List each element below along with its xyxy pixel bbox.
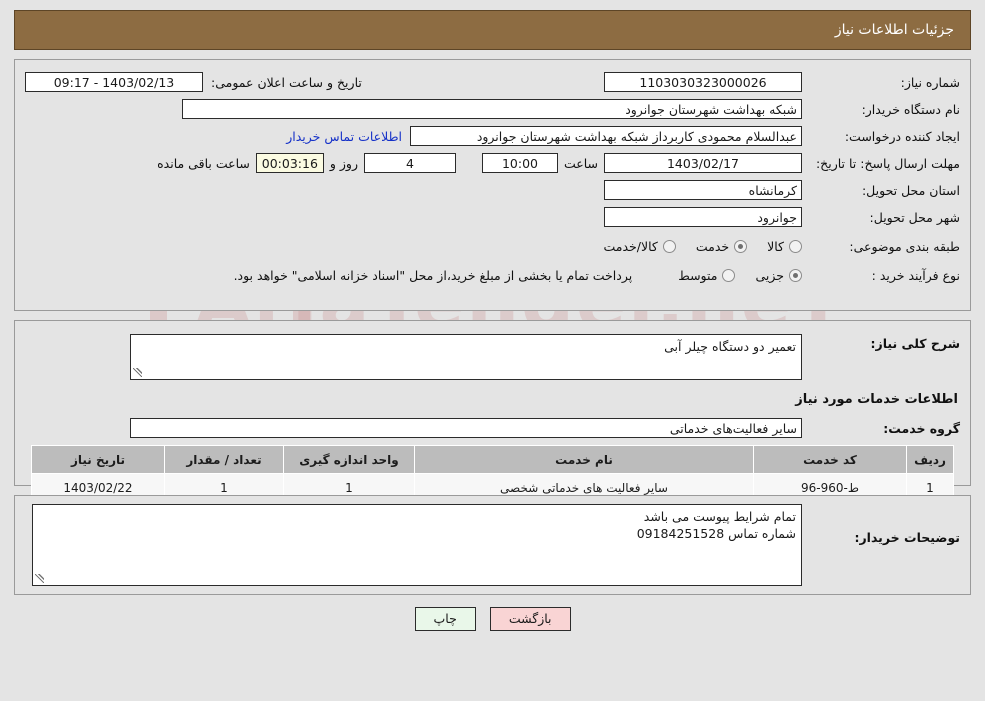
col-date: تاریخ نیاز xyxy=(31,445,165,474)
col-unit: واحد اندازه گیری xyxy=(283,445,415,474)
row-buyer-notes: توضیحات خریدار: تمام شرایط پیوست می باشد… xyxy=(25,504,960,586)
category-label: طبقه بندی موضوعی: xyxy=(849,238,960,254)
city-value: جوانرود xyxy=(604,207,802,227)
services-table-wrapper: ردیف کد خدمت نام خدمت واحد اندازه گیری ت… xyxy=(25,445,960,502)
purchase-type-label: نوع فرآیند خرید : xyxy=(871,267,960,283)
services-table-head: ردیف کد خدمت نام خدمت واحد اندازه گیری ت… xyxy=(31,445,954,474)
countdown-label: ساعت باقی مانده xyxy=(157,155,250,171)
radio-jozei-icon[interactable] xyxy=(789,268,802,282)
category-option-khedmat[interactable]: خدمت xyxy=(695,238,748,254)
page-title: جزئیات اطلاعات نیاز xyxy=(834,22,954,38)
remaining-days-value: 4 xyxy=(363,153,456,173)
buyer-notes-line1: تمام شرایط پیوست می باشد xyxy=(643,509,796,524)
countdown-timer: 00:03:16 xyxy=(255,153,324,173)
request-creator-value: عبدالسلام محمودی کاربرداز شبکه بهداشت شه… xyxy=(410,126,802,146)
radio-kala-icon[interactable] xyxy=(789,239,802,253)
general-desc-label: شرح کلی نیاز: xyxy=(870,336,960,351)
page-header: جزئیات اطلاعات نیاز xyxy=(14,10,971,50)
category-option-kala-khedmat-label: کالا/خدمت xyxy=(603,238,658,254)
category-option-khedmat-label: خدمت xyxy=(695,238,730,254)
radio-khedmat-icon[interactable] xyxy=(734,239,748,253)
buyer-org-value: شبکه بهداشت شهرستان جوانرود xyxy=(182,99,802,119)
row-need-number: شماره نیاز: 1103030323000026 تاریخ و ساع… xyxy=(25,71,960,93)
province-label: استان محل تحویل: xyxy=(861,182,960,198)
deadline-time-label: ساعت xyxy=(563,155,598,171)
request-creator-label: ایجاد کننده درخواست: xyxy=(844,128,960,144)
service-group-label: گروه خدمت: xyxy=(883,420,960,436)
category-option-kala-khedmat[interactable]: کالا/خدمت xyxy=(603,238,676,254)
buyer-notes-panel: توضیحات خریدار: تمام شرایط پیوست می باشد… xyxy=(14,495,971,595)
buyer-notes-line2: شماره تماس 09184251528 xyxy=(636,526,796,541)
row-province: استان محل تحویل: کرمانشاه xyxy=(25,179,960,201)
general-desc-value: تعمیر دو دستگاه چیلر آبی xyxy=(664,339,796,354)
deadline-time-value: 10:00 xyxy=(481,153,558,173)
deadline-date-value: 1403/02/17 xyxy=(604,153,802,173)
col-radif: ردیف xyxy=(906,445,954,474)
row-general-desc: شرح کلی نیاز: تعمیر دو دستگاه چیلر آبی xyxy=(25,334,960,380)
deadline-label: مهلت ارسال پاسخ: تا تاریخ: xyxy=(815,155,960,171)
purchase-type-option-jozei[interactable]: جزیی xyxy=(755,268,802,283)
footer-actions: بازگشت چاپ xyxy=(0,607,985,631)
need-number-label: شماره نیاز: xyxy=(900,74,960,90)
radio-motevaset-icon[interactable] xyxy=(722,268,736,282)
purchase-type-option-motevaset[interactable]: متوسط xyxy=(678,267,736,283)
buyer-contact-link[interactable]: اطلاعات تماس خریدار xyxy=(278,129,410,144)
services-table: ردیف کد خدمت نام خدمت واحد اندازه گیری ت… xyxy=(31,445,954,502)
province-value: کرمانشاه xyxy=(604,180,802,200)
service-info-panel: شرح کلی نیاز: تعمیر دو دستگاه چیلر آبی ا… xyxy=(14,320,971,502)
need-number-value: 1103030323000026 xyxy=(604,72,802,92)
services-heading: اطلاعات خدمات مورد نیاز xyxy=(795,392,958,407)
purchase-type-option-motevaset-label: متوسط xyxy=(678,267,718,283)
category-option-kala[interactable]: کالا xyxy=(767,239,802,254)
general-desc-textarea[interactable]: تعمیر دو دستگاه چیلر آبی xyxy=(130,334,802,380)
purchase-type-note: پرداخت تمام یا بخشی از مبلغ خرید،از محل … xyxy=(233,267,633,283)
buyer-org-label: نام دستگاه خریدار: xyxy=(861,101,960,117)
public-announce-label: تاریخ و ساعت اعلان عمومی: xyxy=(211,74,362,90)
back-button[interactable]: بازگشت xyxy=(489,607,571,631)
purchase-type-option-jozei-label: جزیی xyxy=(755,267,784,283)
col-code: کد خدمت xyxy=(753,445,907,474)
buyer-notes-label: توضیحات خریدار: xyxy=(854,530,960,545)
table-header-row: ردیف کد خدمت نام خدمت واحد اندازه گیری ت… xyxy=(31,445,954,474)
city-label: شهر محل تحویل: xyxy=(869,209,960,225)
print-button[interactable]: چاپ xyxy=(414,607,476,631)
col-name: نام خدمت xyxy=(414,445,754,474)
need-info-panel: شماره نیاز: 1103030323000026 تاریخ و ساع… xyxy=(14,59,971,311)
page-root: جزئیات اطلاعات نیاز شماره نیاز: 11030303… xyxy=(0,10,985,631)
public-announce-value: 1403/02/13 - 09:17 xyxy=(25,72,203,92)
row-city: شهر محل تحویل: جوانرود xyxy=(25,206,960,228)
radio-kala-khedmat-icon[interactable] xyxy=(662,239,676,253)
remaining-days-label: روز و xyxy=(329,155,358,171)
col-qty: تعداد / مقدار xyxy=(164,445,284,474)
buyer-notes-textarea[interactable]: تمام شرایط پیوست می باشد شماره تماس 0918… xyxy=(32,504,802,586)
row-purchase-type: نوع فرآیند خرید : جزیی متوسط پرداخت تمام… xyxy=(25,264,960,286)
row-category: طبقه بندی موضوعی: کالا خدمت کالا/خدمت xyxy=(25,235,960,257)
row-request-creator: ایجاد کننده درخواست: عبدالسلام محمودی کا… xyxy=(25,125,960,147)
row-deadline: مهلت ارسال پاسخ: تا تاریخ: 1403/02/17 سا… xyxy=(25,152,960,174)
row-buyer-org: نام دستگاه خریدار: شبکه بهداشت شهرستان ج… xyxy=(25,98,960,120)
row-service-group: گروه خدمت: سایر فعالیت‌های خدماتی xyxy=(25,417,960,439)
service-group-value: سایر فعالیت‌های خدماتی xyxy=(130,418,802,438)
category-option-kala-label: کالا xyxy=(767,238,784,254)
